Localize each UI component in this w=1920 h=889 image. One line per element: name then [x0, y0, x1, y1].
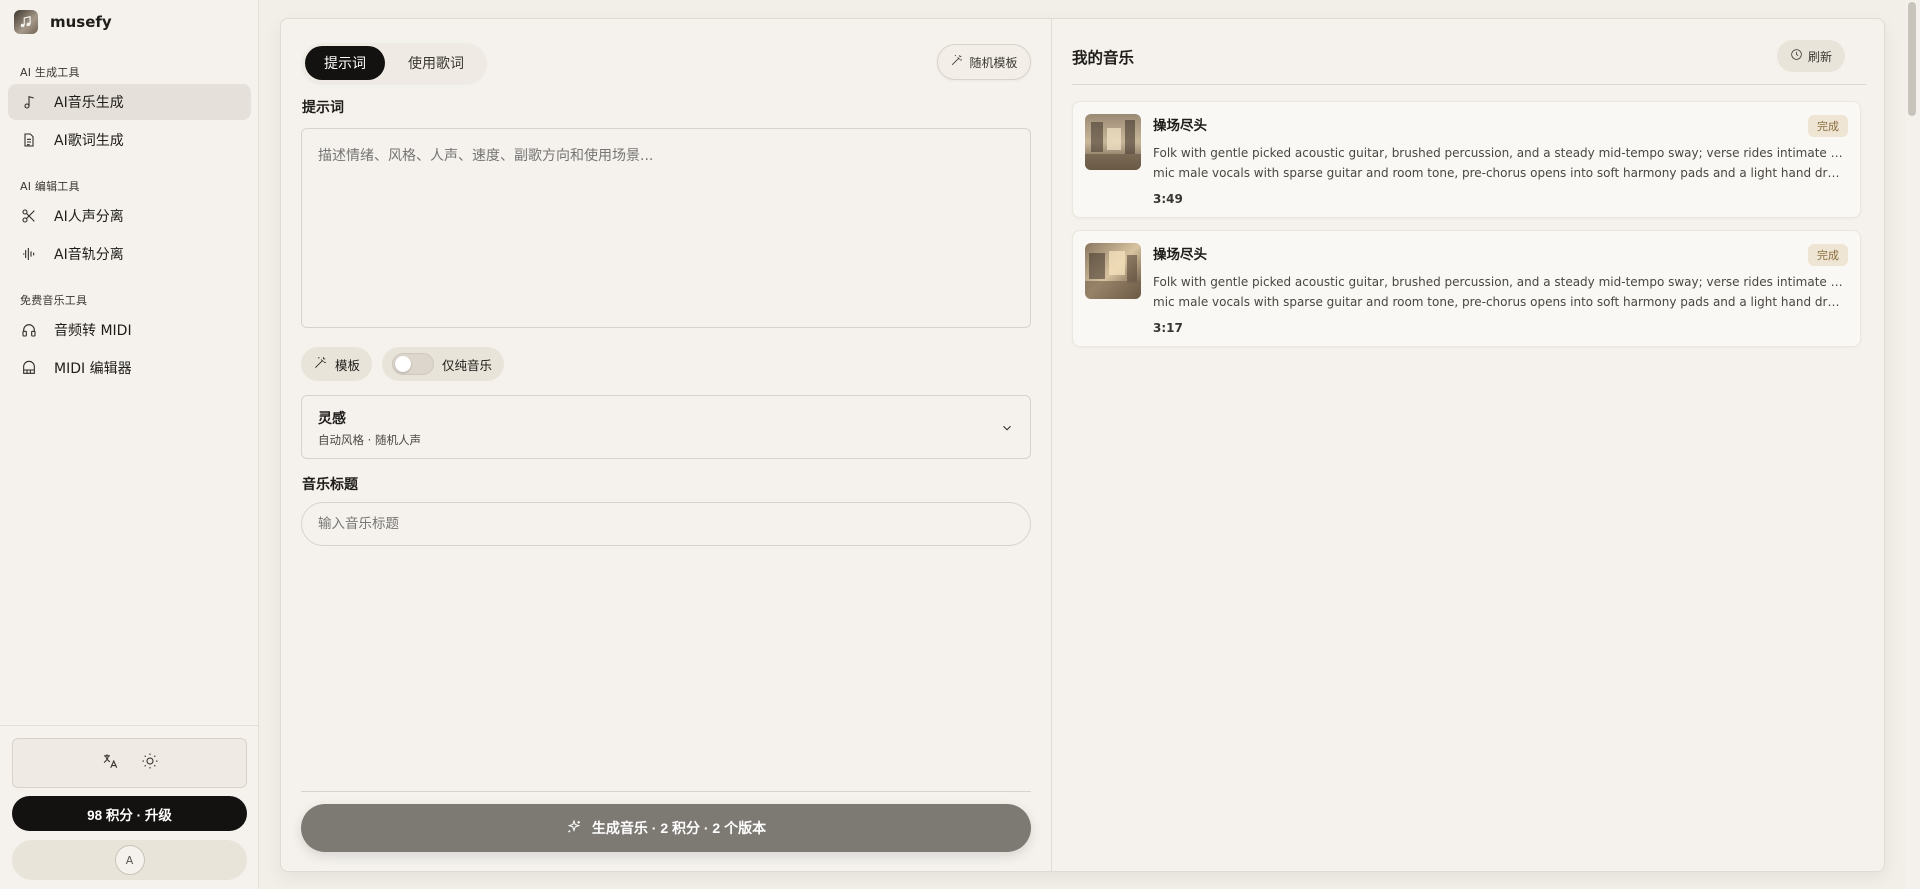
sidebar-item-label: AI音乐生成 — [54, 95, 124, 111]
sidebar-item-midi-editor[interactable]: MIDI 编辑器 — [8, 350, 251, 386]
sidebar-item-label: 音频转 MIDI — [54, 323, 132, 339]
avatar: A — [114, 845, 145, 875]
my-music-panel: 我的音乐 刷新 操场尽头 完成 Folk with gentle picked … — [1052, 19, 1886, 871]
translate-icon[interactable] — [101, 752, 119, 774]
waveform-icon — [20, 245, 38, 263]
song-cover-image — [1085, 114, 1141, 170]
brand-name: musefy — [50, 13, 112, 31]
scrollbar-track[interactable] — [1905, 0, 1920, 889]
instrumental-toggle[interactable]: 仅纯音乐 — [382, 347, 505, 381]
inspiration-title: 灵感 — [318, 411, 346, 427]
tab-lyrics[interactable]: 使用歌词 — [389, 46, 483, 80]
song-description: Folk with gentle picked acoustic guitar,… — [1153, 143, 1847, 183]
sidebar-divider — [0, 725, 259, 726]
upgrade-button[interactable]: 98 积分 · 升级 — [12, 796, 247, 831]
sidebar-item-audio-to-midi[interactable]: 音频转 MIDI — [8, 312, 251, 348]
song-description: Folk with gentle picked acoustic guitar,… — [1153, 272, 1847, 312]
song-cover-image — [1085, 243, 1141, 299]
brand[interactable]: musefy — [14, 10, 112, 34]
main-panel: 提示词 使用歌词 随机模板 提示词 模板 仅纯音乐 灵感 自动风格 · 随机人声 — [280, 18, 1885, 872]
song-card[interactable]: 操场尽头 完成 Folk with gentle picked acoustic… — [1072, 230, 1861, 347]
document-icon — [20, 131, 38, 149]
sidebar-item-track-separation[interactable]: AI音轨分离 — [8, 236, 251, 272]
divider — [301, 791, 1031, 792]
template-label: 模板 — [335, 357, 361, 373]
generate-label: 生成音乐 · 2 积分 · 2 个版本 — [591, 820, 767, 836]
tab-prompt[interactable]: 提示词 — [305, 46, 385, 80]
music-note-icon — [14, 10, 38, 34]
prompt-label: 提示词 — [302, 100, 344, 116]
random-template-label: 随机模板 — [969, 55, 1018, 70]
account-button[interactable]: A — [12, 840, 247, 880]
song-description-line: Folk with gentle picked acoustic guitar,… — [1153, 275, 1847, 289]
music-note-icon — [20, 93, 38, 111]
random-template-button[interactable]: 随机模板 — [937, 44, 1031, 80]
song-card[interactable]: 操场尽头 完成 Folk with gentle picked acoustic… — [1072, 101, 1861, 218]
utility-bar — [12, 738, 247, 788]
song-title: 操场尽头 — [1153, 247, 1207, 263]
chevron-down-icon — [1000, 420, 1014, 439]
sidebar-item-ai-lyrics[interactable]: AI歌词生成 — [8, 122, 251, 158]
song-duration: 3:17 — [1153, 321, 1183, 335]
sun-icon[interactable] — [141, 752, 159, 774]
magic-wand-icon — [313, 356, 327, 373]
prompt-input[interactable] — [301, 128, 1031, 328]
song-description-line: mic male vocals with sparse guitar and r… — [1153, 166, 1847, 180]
section-title-editing: AI 编辑工具 — [20, 180, 80, 193]
mode-tabs: 提示词 使用歌词 — [302, 43, 486, 83]
inspiration-dropdown[interactable]: 灵感 自动风格 · 随机人声 — [301, 395, 1031, 459]
sidebar-item-vocal-separation[interactable]: AI人声分离 — [8, 198, 251, 234]
sidebar-item-label: AI人声分离 — [54, 209, 124, 225]
sidebar: musefy AI 生成工具 AI音乐生成 AI歌词生成 AI 编辑工具 AI人… — [0, 0, 259, 889]
instrumental-label: 仅纯音乐 — [442, 357, 493, 373]
sparkle-icon — [566, 818, 582, 838]
section-title-generation: AI 生成工具 — [20, 66, 80, 79]
section-title-free-tools: 免费音乐工具 — [20, 294, 88, 307]
song-duration: 3:49 — [1153, 192, 1183, 206]
sidebar-item-label: AI歌词生成 — [54, 133, 124, 149]
audio-to-midi-icon — [20, 321, 38, 339]
song-description-line: Folk with gentle picked acoustic guitar,… — [1153, 146, 1847, 160]
scrollbar-thumb[interactable] — [1908, 2, 1916, 116]
song-title: 操场尽头 — [1153, 118, 1207, 134]
template-button[interactable]: 模板 — [301, 347, 373, 381]
generate-button[interactable]: 生成音乐 · 2 积分 · 2 个版本 — [301, 804, 1031, 852]
music-title-input[interactable] — [301, 502, 1031, 546]
toggle-switch[interactable] — [392, 353, 434, 375]
inspiration-subtitle: 自动风格 · 随机人声 — [318, 433, 421, 447]
clock-icon — [1790, 48, 1803, 64]
refresh-button[interactable]: 刷新 — [1777, 40, 1845, 72]
sidebar-item-ai-music[interactable]: AI音乐生成 — [8, 84, 251, 120]
status-badge: 完成 — [1808, 244, 1848, 266]
sidebar-item-label: MIDI 编辑器 — [54, 361, 132, 377]
magic-wand-icon — [950, 54, 963, 70]
divider — [1072, 84, 1866, 85]
music-title-label: 音乐标题 — [302, 477, 358, 493]
song-description-line: mic male vocals with sparse guitar and r… — [1153, 295, 1847, 309]
piano-icon — [20, 359, 38, 377]
sidebar-item-label: AI音轨分离 — [54, 247, 124, 263]
status-badge: 完成 — [1808, 115, 1848, 137]
my-music-title: 我的音乐 — [1072, 49, 1135, 67]
composer-panel: 提示词 使用歌词 随机模板 提示词 模板 仅纯音乐 灵感 自动风格 · 随机人声 — [281, 19, 1051, 871]
refresh-label: 刷新 — [1807, 49, 1832, 64]
scissors-icon — [20, 207, 38, 225]
